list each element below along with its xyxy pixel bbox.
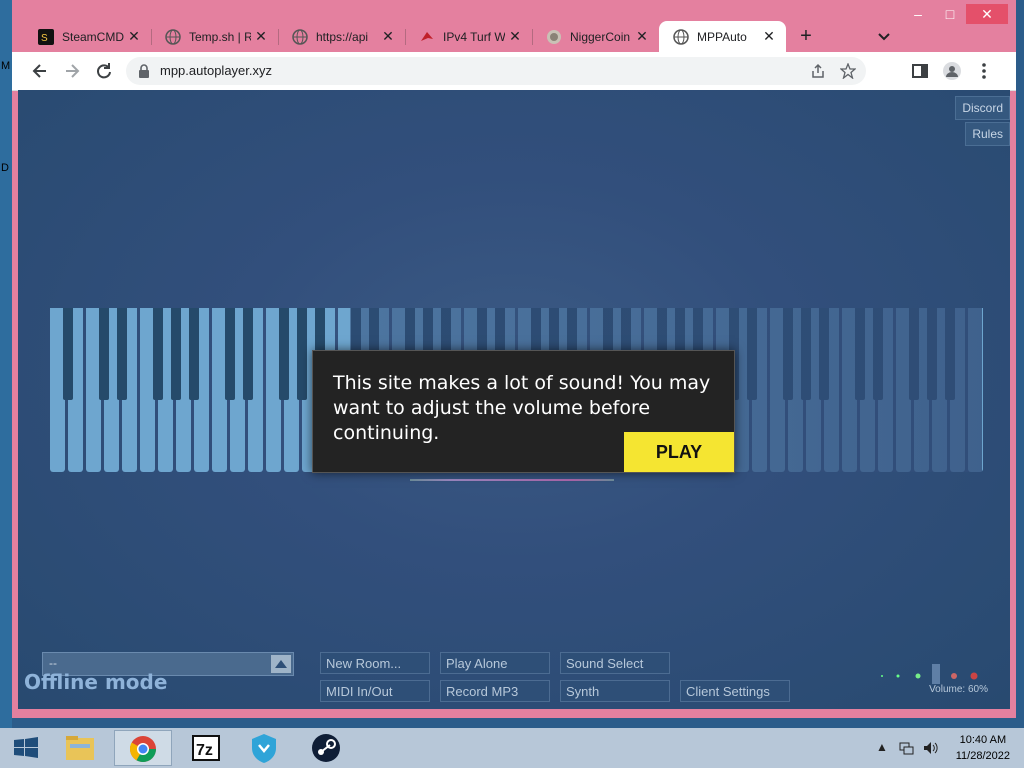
piano-black-key[interactable] bbox=[117, 308, 127, 400]
play-button[interactable]: PLAY bbox=[624, 432, 734, 472]
play-alone-button[interactable]: Play Alone bbox=[440, 652, 550, 674]
svg-text:7z: 7z bbox=[196, 742, 213, 759]
tab-label: SteamCMD bbox=[62, 29, 124, 44]
profile-icon[interactable] bbox=[942, 61, 962, 81]
sound-warning-modal: This site makes a lot of sound! You may … bbox=[312, 350, 735, 473]
tab-strip: S SteamCMD ✕ Temp.sh | R ✕ https://api ✕… bbox=[12, 0, 1016, 52]
desktop-letter: M bbox=[1, 60, 11, 72]
discord-button[interactable]: Discord bbox=[955, 96, 1010, 120]
forward-icon[interactable] bbox=[62, 61, 82, 81]
close-tab-icon[interactable]: ✕ bbox=[381, 29, 395, 43]
address-bar[interactable]: mpp.autoplayer.xyz bbox=[126, 57, 866, 85]
chrome-icon bbox=[129, 736, 157, 763]
piano-black-key[interactable] bbox=[279, 308, 289, 400]
tab-ipv4-turf[interactable]: IPv4 Turf W ✕ bbox=[405, 21, 533, 52]
volume-knob[interactable] bbox=[932, 664, 940, 684]
tab-mppauto[interactable]: MPPAuto ✕ bbox=[659, 21, 786, 52]
record-mp3-button[interactable]: Record MP3 bbox=[440, 680, 550, 702]
piano-black-key[interactable] bbox=[297, 308, 307, 400]
chevron-down-icon[interactable] bbox=[876, 28, 892, 44]
share-icon[interactable] bbox=[810, 63, 826, 79]
system-clock[interactable]: 10:40 AM 11/28/2022 bbox=[956, 732, 1010, 764]
coin-icon bbox=[547, 29, 561, 44]
page-content: Discord Rules This site makes a lot of s… bbox=[18, 90, 1010, 709]
piano-black-key[interactable] bbox=[99, 308, 109, 400]
piano-black-key[interactable] bbox=[63, 308, 73, 400]
new-tab-button[interactable]: + bbox=[796, 26, 816, 46]
piano-black-key[interactable] bbox=[189, 308, 199, 400]
rules-button[interactable]: Rules bbox=[965, 122, 1010, 146]
browser-window: S SteamCMD ✕ Temp.sh | R ✕ https://api ✕… bbox=[12, 0, 1016, 718]
tab-label: Temp.sh | R bbox=[189, 29, 251, 44]
room-select-value: -- bbox=[49, 656, 57, 670]
tab-label: NiggerCoin bbox=[570, 29, 631, 44]
piano-black-key[interactable] bbox=[153, 308, 163, 400]
close-tab-icon[interactable]: ✕ bbox=[508, 29, 522, 43]
tab-api[interactable]: https://api ✕ bbox=[278, 21, 406, 52]
close-window-button[interactable]: ✕ bbox=[966, 4, 1008, 24]
sound-select-button[interactable]: Sound Select bbox=[560, 652, 670, 674]
start-icon[interactable] bbox=[4, 730, 48, 766]
tab-temp-sh[interactable]: Temp.sh | R ✕ bbox=[151, 21, 279, 52]
tab-label: https://api bbox=[316, 29, 369, 44]
tab-coin[interactable]: NiggerCoin ✕ bbox=[532, 21, 659, 52]
tab-label: IPv4 Turf W bbox=[443, 29, 505, 44]
midi-button[interactable]: MIDI In/Out bbox=[320, 680, 430, 702]
new-room-button[interactable]: New Room... bbox=[320, 652, 430, 674]
browser-toolbar: mpp.autoplayer.xyz bbox=[12, 52, 1016, 91]
desktop-edge: M D bbox=[0, 0, 12, 728]
svg-text:S: S bbox=[41, 33, 48, 44]
close-tab-icon[interactable]: ✕ bbox=[127, 29, 141, 43]
minimize-button[interactable]: – bbox=[902, 4, 934, 24]
bookmark-star-icon[interactable] bbox=[840, 63, 856, 79]
status-offline: Offline mode bbox=[24, 670, 168, 694]
piano-black-key[interactable] bbox=[243, 308, 253, 400]
close-tab-icon[interactable]: ✕ bbox=[254, 29, 268, 43]
url-text: mpp.autoplayer.xyz bbox=[160, 63, 273, 78]
close-tab-icon[interactable]: ✕ bbox=[762, 29, 776, 43]
tab-label: MPPAuto bbox=[697, 29, 747, 44]
close-tab-icon[interactable]: ✕ bbox=[635, 29, 649, 43]
7zip-icon[interactable]: 7z bbox=[184, 730, 228, 766]
turf-icon bbox=[421, 31, 433, 41]
audio-meter bbox=[410, 479, 614, 481]
shield-app-icon[interactable] bbox=[242, 730, 286, 766]
reload-icon[interactable] bbox=[94, 61, 114, 81]
maximize-button[interactable]: □ bbox=[934, 4, 966, 24]
synth-button[interactable]: Synth bbox=[560, 680, 670, 702]
volume-label: Volume: 60% bbox=[929, 684, 988, 695]
piano-black-key[interactable] bbox=[171, 308, 181, 400]
speaker-icon[interactable] bbox=[922, 740, 938, 756]
back-icon[interactable] bbox=[30, 61, 50, 81]
chevron-up-icon[interactable] bbox=[271, 655, 291, 673]
client-settings-button[interactable]: Client Settings bbox=[680, 680, 790, 702]
network-icon[interactable] bbox=[898, 740, 914, 756]
piano-black-key[interactable] bbox=[225, 308, 235, 400]
volume-slider[interactable] bbox=[878, 662, 978, 684]
globe-icon bbox=[165, 28, 181, 45]
chrome-taskbar-button[interactable] bbox=[114, 730, 172, 766]
tray-expand-icon[interactable]: ▲ bbox=[874, 740, 890, 756]
file-explorer-icon[interactable] bbox=[58, 730, 102, 766]
steam-icon[interactable] bbox=[304, 730, 348, 766]
clock-time: 10:40 AM bbox=[959, 734, 1007, 746]
side-panel-icon[interactable] bbox=[910, 61, 930, 81]
globe-icon bbox=[673, 28, 689, 45]
steamcmd-icon: S bbox=[38, 28, 54, 45]
clock-date: 11/28/2022 bbox=[955, 750, 1010, 762]
tab-steamcmd[interactable]: S SteamCMD ✕ bbox=[24, 21, 152, 52]
kebab-menu-icon[interactable] bbox=[974, 61, 994, 81]
taskbar: 7z ▲ 10:40 AM 11/28/2022 bbox=[0, 728, 1024, 768]
lock-icon[interactable] bbox=[138, 64, 150, 78]
globe-icon bbox=[292, 28, 308, 45]
desktop-letter: D bbox=[1, 162, 9, 174]
